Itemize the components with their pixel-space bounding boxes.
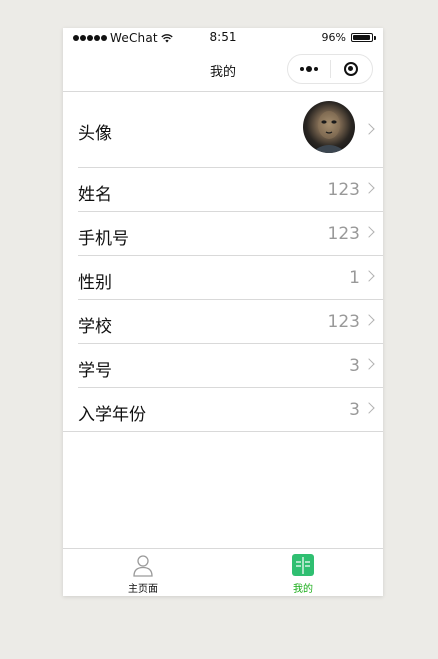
gender-row[interactable]: 性别 1 <box>78 256 383 300</box>
school-row[interactable]: 学校 123 <box>78 300 383 344</box>
enrollment-year-row[interactable]: 入学年份 3 <box>63 388 383 432</box>
row-label: 姓名 <box>78 185 112 205</box>
row-label: 学号 <box>78 361 112 381</box>
row-label: 学校 <box>78 317 112 337</box>
row-label: 性别 <box>78 273 112 293</box>
avatar-row[interactable]: 头像 <box>78 92 383 168</box>
row-label: 入学年份 <box>78 405 146 425</box>
status-right: 96% <box>321 31 376 44</box>
name-row[interactable]: 姓名 123 <box>78 168 383 212</box>
chevron-right-icon <box>363 226 375 238</box>
row-value: 123 <box>327 180 360 200</box>
row-value: 3 <box>349 356 360 376</box>
student-id-row[interactable]: 学号 3 <box>78 344 383 388</box>
battery-icon <box>351 33 376 42</box>
more-button[interactable] <box>288 55 330 83</box>
phone-row[interactable]: 手机号 123 <box>78 212 383 256</box>
row-value: 1 <box>349 268 360 288</box>
chevron-right-icon <box>363 182 375 194</box>
profile-list: 头像 姓名 123 手机号 123 性别 1 学校 123 学号 3 入学年份 … <box>63 92 383 432</box>
row-value: 123 <box>327 224 360 244</box>
book-icon <box>292 554 314 576</box>
battery-percent: 96% <box>321 31 346 44</box>
close-miniprogram-button[interactable] <box>331 55 373 83</box>
chevron-right-icon <box>363 123 375 135</box>
chevron-right-icon <box>363 358 375 370</box>
tab-label: 我的 <box>293 584 313 595</box>
avatar <box>303 101 355 153</box>
chevron-right-icon <box>363 402 375 414</box>
tab-label: 主页面 <box>128 584 158 595</box>
more-dots-icon <box>299 66 318 72</box>
user-outline-icon <box>133 555 153 577</box>
row-label: 手机号 <box>78 229 129 249</box>
row-value: 3 <box>349 400 360 420</box>
phone-frame: WeChat 8:51 96% 我的 头像 姓名 123 手机号 123 性别 … <box>63 28 383 596</box>
avatar-label: 头像 <box>78 124 112 144</box>
target-close-icon <box>344 62 359 76</box>
chevron-right-icon <box>363 270 375 282</box>
status-bar: WeChat 8:51 96% <box>63 28 383 48</box>
tab-mine[interactable]: 我的 <box>223 549 383 596</box>
row-value: 123 <box>327 312 360 332</box>
tab-home[interactable]: 主页面 <box>63 549 223 596</box>
tab-bar: 主页面 我的 <box>63 548 383 596</box>
chevron-right-icon <box>363 314 375 326</box>
navigation-bar: 我的 <box>63 48 383 92</box>
capsule-menu <box>287 54 373 84</box>
